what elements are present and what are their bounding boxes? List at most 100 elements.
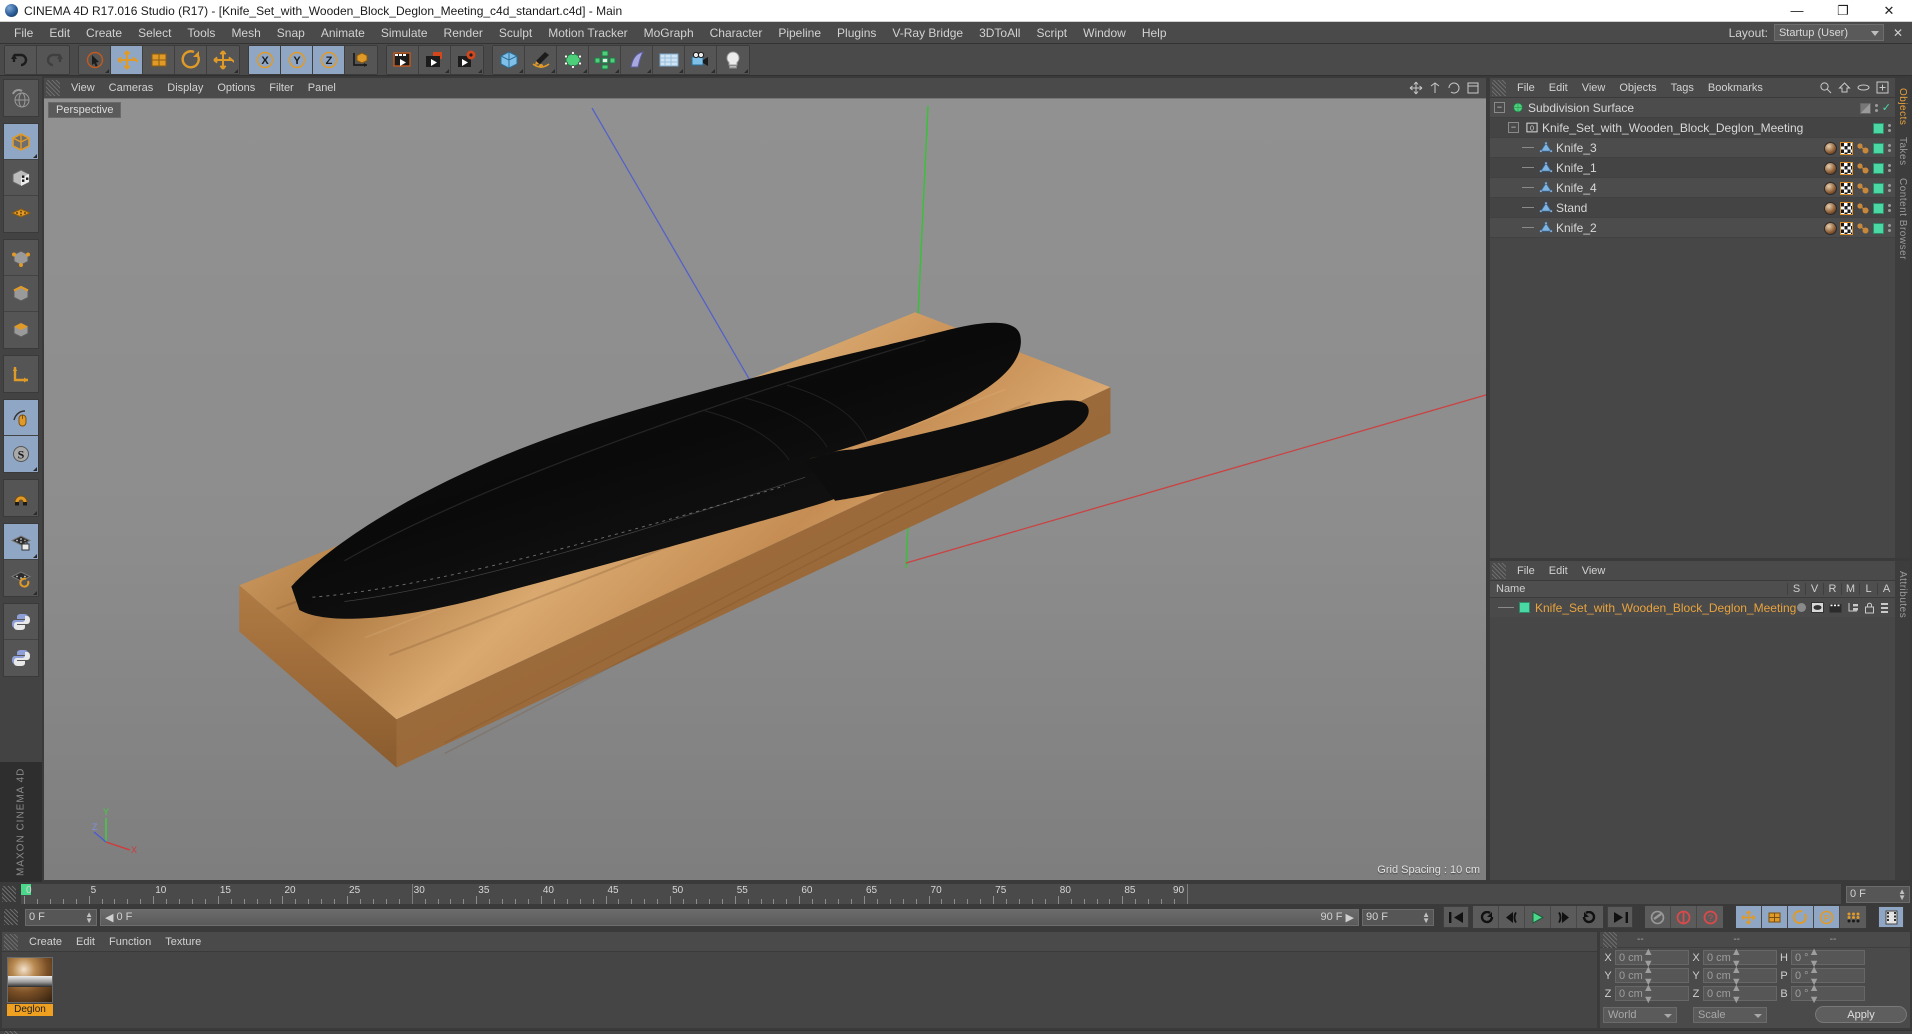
menu-pipeline[interactable]: Pipeline bbox=[770, 22, 829, 44]
point-level-anim-button[interactable] bbox=[1840, 906, 1866, 928]
next-key-button[interactable] bbox=[1577, 906, 1603, 928]
viewport-menu-options[interactable]: Options bbox=[210, 78, 262, 98]
range-right-arrow-icon[interactable]: ▶ bbox=[1346, 911, 1354, 924]
selection-tag-icon[interactable] bbox=[1856, 142, 1869, 155]
coord-field-rotation[interactable]: 0 ° ▲ ▼ bbox=[1791, 964, 1865, 988]
step-forward-button[interactable] bbox=[1551, 906, 1577, 928]
scale-tool-button[interactable] bbox=[143, 45, 175, 74]
flyout-corner-icon[interactable] bbox=[105, 68, 109, 73]
object-row[interactable]: − 0 Knife_Set_with_Wooden_Block_Deglon_Mee… bbox=[1490, 118, 1895, 138]
lock-x-button[interactable]: X bbox=[249, 45, 281, 74]
spinner-icon[interactable]: ▲ ▼ bbox=[1809, 982, 1820, 1006]
layer-column-r[interactable]: R bbox=[1823, 583, 1841, 595]
range-end-field[interactable]: 90 F ▲ ▼ bbox=[1362, 908, 1434, 926]
material-menu-texture[interactable]: Texture bbox=[158, 932, 208, 952]
light-button[interactable] bbox=[717, 45, 749, 74]
selection-tag-icon[interactable] bbox=[1856, 162, 1869, 175]
menu-window[interactable]: Window bbox=[1075, 22, 1134, 44]
object-menu-edit[interactable]: Edit bbox=[1542, 78, 1575, 98]
visibility-dots-icon[interactable] bbox=[1888, 224, 1891, 232]
redo-button[interactable] bbox=[37, 45, 69, 74]
menu-script[interactable]: Script bbox=[1028, 22, 1075, 44]
range-start-field[interactable]: 0 F ▲ ▼ bbox=[25, 908, 97, 926]
uv-tag-icon[interactable] bbox=[1840, 221, 1853, 235]
flyout-corner-icon[interactable] bbox=[551, 68, 555, 73]
menu-motion-tracker[interactable]: Motion Tracker bbox=[540, 22, 635, 44]
layer-column-m[interactable]: M bbox=[1841, 583, 1859, 595]
make-editable-button[interactable] bbox=[4, 124, 38, 160]
layer-column-s[interactable]: S bbox=[1787, 583, 1805, 595]
spinner-icon[interactable]: ▲ ▼ bbox=[1422, 910, 1430, 924]
animation-toggle-icon[interactable] bbox=[1880, 602, 1889, 614]
flyout-corner-icon[interactable] bbox=[33, 154, 37, 158]
layer-column-name[interactable]: Name bbox=[1490, 583, 1787, 595]
visibility-box-icon[interactable] bbox=[1873, 202, 1884, 214]
flyout-corner-icon[interactable] bbox=[33, 467, 37, 471]
layout-dropdown[interactable]: Startup (User) bbox=[1773, 24, 1884, 41]
magnet-button[interactable] bbox=[4, 480, 38, 516]
cube-primitive-button[interactable] bbox=[493, 45, 525, 74]
layer-menu-view[interactable]: View bbox=[1575, 561, 1613, 581]
layout-close-icon[interactable]: ✕ bbox=[1890, 26, 1906, 40]
viewport-menu-filter[interactable]: Filter bbox=[262, 78, 300, 98]
selection-tag-icon[interactable] bbox=[1856, 222, 1869, 235]
go-to-end-button[interactable] bbox=[1607, 906, 1633, 928]
apply-button[interactable]: Apply bbox=[1815, 1006, 1907, 1023]
flyout-corner-icon[interactable] bbox=[711, 68, 715, 73]
object-row[interactable]: Knife_3 bbox=[1490, 138, 1895, 158]
viewport-solo-button[interactable] bbox=[4, 400, 38, 436]
visibility-dots-icon[interactable] bbox=[1888, 184, 1891, 192]
material-tag-icon[interactable] bbox=[1824, 201, 1837, 215]
coord-field-size[interactable]: 0 cm ▲ ▼ bbox=[1703, 982, 1777, 1006]
side-tab-attributes[interactable]: Attributes bbox=[1897, 565, 1908, 624]
flyout-corner-icon[interactable] bbox=[478, 68, 482, 73]
object-menu-bookmarks[interactable]: Bookmarks bbox=[1701, 78, 1770, 98]
flyout-corner-icon[interactable] bbox=[33, 591, 37, 595]
viewport-menu-panel[interactable]: Panel bbox=[301, 78, 343, 98]
panel-gripper-icon[interactable] bbox=[1492, 79, 1506, 96]
panel-gripper-icon[interactable] bbox=[1492, 562, 1506, 579]
render-settings-button[interactable] bbox=[451, 45, 483, 74]
workplane-lock-button[interactable] bbox=[4, 524, 38, 560]
flyout-corner-icon[interactable] bbox=[647, 68, 651, 73]
object-menu-objects[interactable]: Objects bbox=[1612, 78, 1663, 98]
menu-render[interactable]: Render bbox=[436, 22, 491, 44]
bend-deformer-button[interactable] bbox=[621, 45, 653, 74]
menu-file[interactable]: File bbox=[6, 22, 41, 44]
visibility-dots-icon[interactable] bbox=[1888, 204, 1891, 212]
visibility-dots-icon[interactable] bbox=[1888, 164, 1891, 172]
layer-column-v[interactable]: V bbox=[1805, 583, 1823, 595]
search-icon[interactable] bbox=[1819, 81, 1832, 94]
visibility-box-icon[interactable] bbox=[1873, 162, 1884, 174]
play-button[interactable] bbox=[1525, 906, 1551, 928]
layer-column-l[interactable]: L bbox=[1859, 583, 1877, 595]
menu-edit[interactable]: Edit bbox=[41, 22, 78, 44]
workplane-rotate-button[interactable] bbox=[4, 560, 38, 596]
solo-toggle-icon[interactable] bbox=[1797, 603, 1806, 612]
layer-menu-file[interactable]: File bbox=[1510, 561, 1542, 581]
object-row[interactable]: Knife_2 bbox=[1490, 218, 1895, 238]
menu-mesh[interactable]: Mesh bbox=[223, 22, 268, 44]
menu-mograph[interactable]: MoGraph bbox=[636, 22, 702, 44]
material-list[interactable]: Deglon bbox=[2, 952, 1597, 1028]
layer-list[interactable]: Name S V R M L A Knife_Set_with_Wooden_Block_D… bbox=[1490, 581, 1895, 880]
visibility-box-icon[interactable] bbox=[1873, 122, 1884, 134]
timeline-cursor[interactable] bbox=[411, 884, 413, 904]
param-key-button[interactable]: P bbox=[1814, 906, 1840, 928]
spinner-icon[interactable]: ▲ ▼ bbox=[1731, 982, 1742, 1006]
viewport-menu-view[interactable]: View bbox=[64, 78, 102, 98]
points-mode-button[interactable] bbox=[4, 240, 38, 276]
menu-sculpt[interactable]: Sculpt bbox=[491, 22, 540, 44]
object-menu-file[interactable]: File bbox=[1510, 78, 1542, 98]
spline-pen-button[interactable] bbox=[525, 45, 557, 74]
material-tag-icon[interactable] bbox=[1824, 141, 1837, 155]
flyout-corner-icon[interactable] bbox=[583, 68, 587, 73]
maximize-button[interactable]: ❐ bbox=[1820, 0, 1866, 22]
selection-tag-icon[interactable] bbox=[1856, 182, 1869, 195]
menu-v-ray-bridge[interactable]: V-Ray Bridge bbox=[884, 22, 971, 44]
material-tag-icon[interactable] bbox=[1824, 221, 1837, 235]
coordinate-mode-dropdown[interactable]: Scale bbox=[1693, 1006, 1767, 1023]
panel-gripper-icon[interactable] bbox=[1603, 931, 1617, 948]
eye-icon[interactable] bbox=[1857, 81, 1870, 94]
menu-select[interactable]: Select bbox=[130, 22, 179, 44]
